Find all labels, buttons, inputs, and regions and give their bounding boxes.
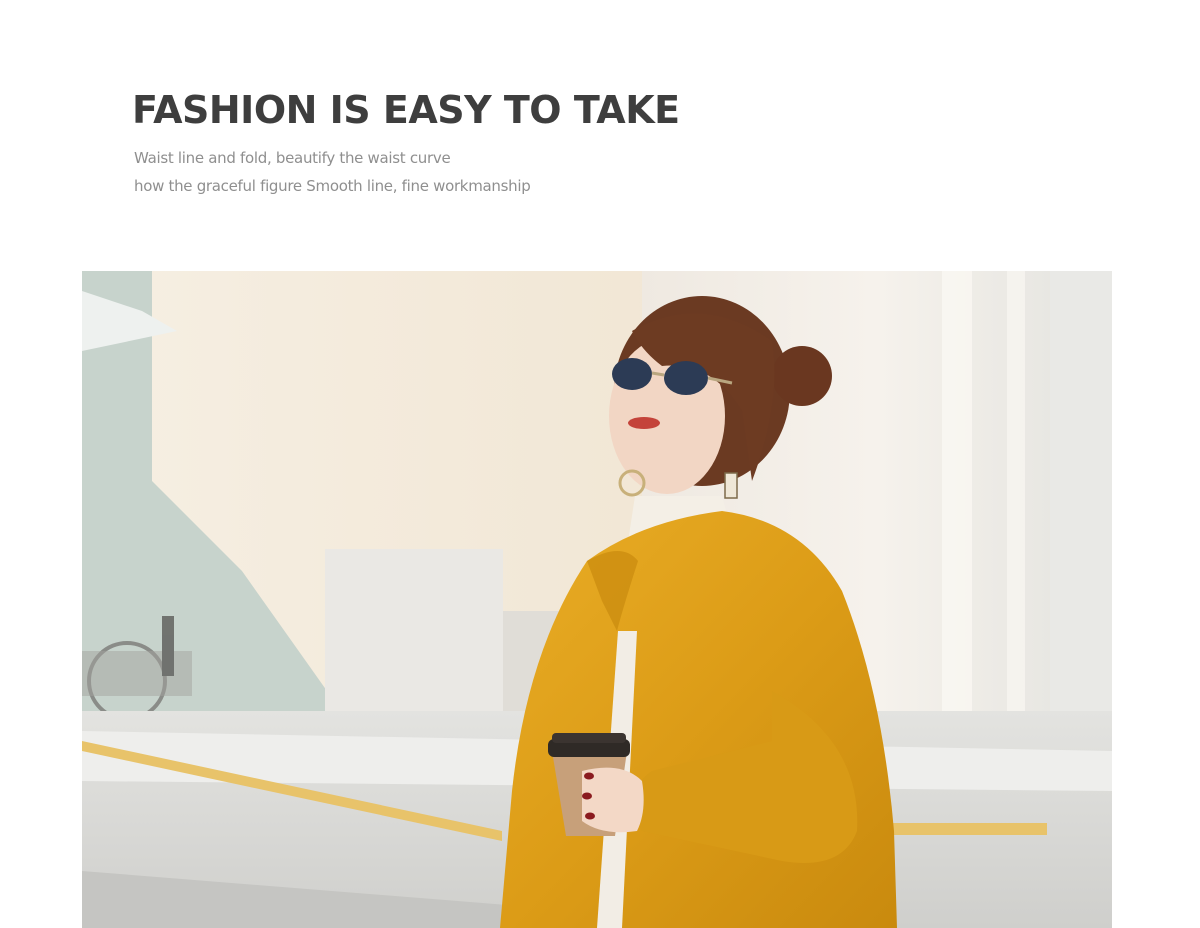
fashion-photo — [82, 271, 1112, 928]
subline-2: how the graceful figure Smooth line, fin… — [134, 177, 531, 195]
stone-block — [325, 549, 503, 724]
lips — [628, 417, 660, 429]
hair-bun — [772, 346, 832, 406]
subline-1: Waist line and fold, beautify the waist … — [134, 149, 451, 167]
headline: FASHION IS EASY TO TAKE — [132, 88, 680, 132]
photo-illustration — [82, 271, 1112, 928]
gold-strip-right — [892, 823, 1047, 835]
drop-earring — [724, 472, 738, 499]
